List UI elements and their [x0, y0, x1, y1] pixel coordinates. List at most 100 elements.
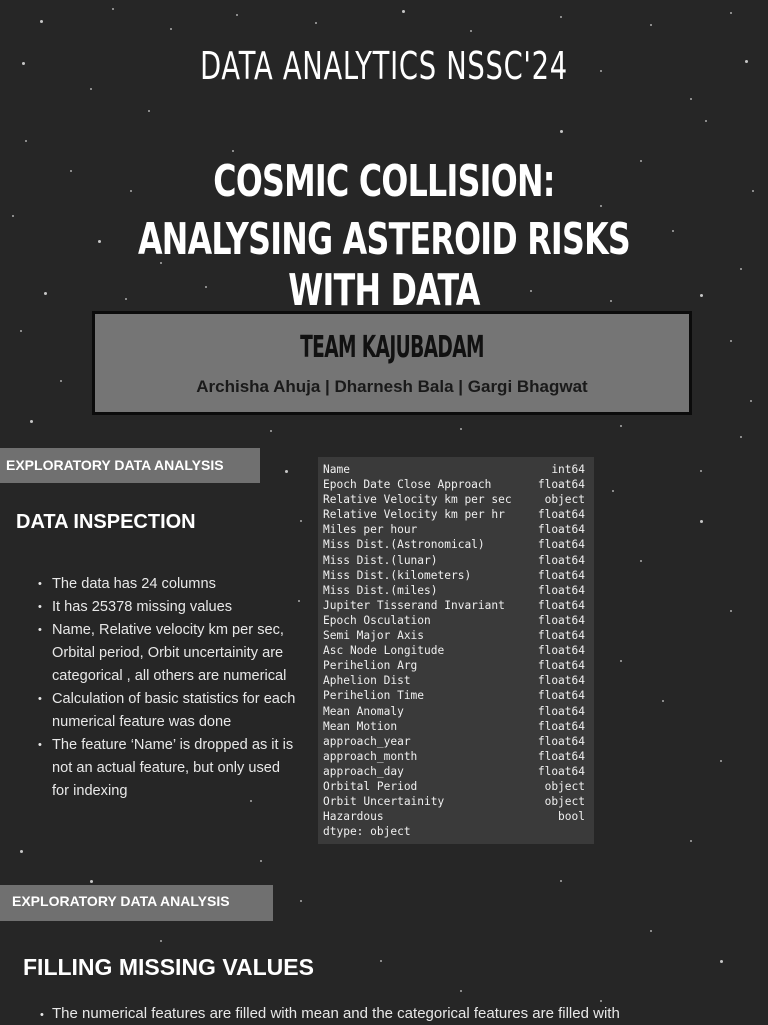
dtype-value: float64 — [537, 749, 585, 763]
dtype-value: float64 — [537, 644, 585, 658]
page-title: Data Analytics NSSC'24 — [200, 44, 568, 88]
star-dot — [730, 12, 732, 14]
dtype-value: float64 — [537, 734, 585, 748]
dtype-value: float64 — [537, 704, 585, 718]
star-dot — [690, 840, 692, 842]
star-dot — [600, 1000, 602, 1002]
dtype-column-name: Perihelion Time — [323, 689, 425, 703]
star-dot — [232, 150, 234, 152]
star-dot — [460, 990, 462, 992]
dtypes-table: Name int64 Epoch Date Close Approach float6… — [323, 462, 585, 824]
star-dot — [690, 98, 692, 100]
star-dot — [170, 28, 172, 30]
star-dot — [730, 610, 732, 612]
star-dot — [750, 400, 752, 402]
dtype-column-name: Orbital Period — [323, 779, 418, 793]
dtype-value: float64 — [537, 719, 585, 733]
star-dot — [720, 760, 722, 762]
star-dot — [236, 14, 238, 16]
star-dot — [20, 330, 22, 332]
dtype-column-name: Epoch Osculation — [323, 613, 431, 627]
star-dot — [752, 190, 754, 192]
dtype-value: float64 — [537, 538, 585, 552]
table-row: Mean Anomaly float64 — [323, 704, 585, 719]
list-item: The data has 24 columns — [38, 573, 300, 596]
table-row: approach_month float64 — [323, 749, 585, 764]
star-dot — [720, 960, 723, 963]
star-dot — [148, 110, 150, 112]
dtype-value: object — [544, 779, 585, 793]
dtype-column-name: approach_day — [323, 764, 404, 778]
dtype-column-name: Asc Node Longitude — [323, 644, 445, 658]
dtype-value: int64 — [551, 463, 585, 476]
star-dot — [650, 930, 652, 932]
star-dot — [470, 30, 472, 32]
star-dot — [112, 8, 114, 10]
star-dot — [560, 16, 562, 18]
star-dot — [650, 24, 652, 26]
table-row: Hazardous bool — [323, 809, 585, 824]
table-row: Miss Dist.(Astronomical) float64 — [323, 537, 585, 552]
table-row: Relative Velocity km per sec object — [323, 492, 585, 507]
table-row: Perihelion Arg float64 — [323, 658, 585, 673]
dtype-column-name: Aphelion Dist — [323, 674, 411, 688]
star-dot — [640, 560, 642, 562]
section-tag-eda-2: EXPLORATORY DATA ANALYSIS — [0, 885, 273, 921]
star-dot — [160, 940, 162, 942]
table-row: Name int64 — [323, 462, 585, 477]
dtype-value: bool — [558, 810, 585, 824]
star-dot — [98, 240, 101, 243]
dtype-column-name: Mean Anomaly — [323, 704, 404, 718]
dtype-value: float64 — [537, 629, 585, 643]
star-dot — [705, 120, 707, 122]
star-dot — [560, 130, 563, 133]
star-dot — [730, 340, 732, 342]
star-dot — [70, 170, 72, 172]
table-row: Perihelion Time float64 — [323, 688, 585, 703]
bullet-icon: • — [40, 1009, 44, 1021]
star-dot — [60, 380, 62, 382]
star-dot — [460, 428, 462, 430]
dtype-value: float64 — [537, 659, 585, 673]
dtype-value: float64 — [537, 613, 585, 627]
star-dot — [260, 860, 262, 862]
table-row: Mean Motion float64 — [323, 719, 585, 734]
table-row: Aphelion Dist float64 — [323, 673, 585, 688]
star-dot — [700, 520, 703, 523]
list-item: Calculation of basic statistics for each… — [38, 688, 300, 734]
table-row: Jupiter Tisserand Invariant float64 — [323, 598, 585, 613]
star-dot — [740, 436, 742, 438]
dtype-column-name: Perihelion Arg — [323, 659, 418, 673]
star-dot — [285, 470, 288, 473]
dtype-column-name: approach_year — [323, 734, 411, 748]
table-row: Orbital Period object — [323, 779, 585, 794]
star-dot — [40, 20, 43, 23]
table-row: Orbit Uncertainity object — [323, 794, 585, 809]
dtype-value: object — [544, 795, 585, 809]
star-dot — [315, 22, 317, 24]
dtype-column-name: Miss Dist.(kilometers) — [323, 568, 472, 582]
dtype-column-name: Name — [323, 463, 350, 476]
subtitle-line-1: Cosmic Collision: — [213, 156, 555, 207]
dtype-column-name: Miss Dist.(miles) — [323, 583, 438, 597]
dtype-column-name: Miss Dist.(Astronomical) — [323, 538, 485, 552]
table-row: Semi Major Axis float64 — [323, 628, 585, 643]
dtypes-footer: dtype: object — [323, 825, 411, 838]
table-row: Asc Node Longitude float64 — [323, 643, 585, 658]
star-dot — [90, 88, 92, 90]
star-dot — [90, 880, 93, 883]
subtitle-line-2: Analysing Asteroid Risks with Data — [137, 214, 631, 316]
table-row: Miss Dist.(lunar) float64 — [323, 553, 585, 568]
dtypes-output-panel: Name int64 Epoch Date Close Approach float6… — [318, 457, 594, 844]
star-dot — [44, 292, 47, 295]
list-item: Name, Relative velocity km per sec, Orbi… — [38, 619, 300, 688]
inspection-bullet-list: The data has 24 columns It has 25378 mis… — [38, 573, 300, 803]
star-dot — [270, 430, 272, 432]
star-dot — [20, 850, 23, 853]
star-dot — [620, 660, 622, 662]
dtype-value: float64 — [537, 508, 585, 522]
star-dot — [402, 10, 405, 13]
dtype-column-name: Miles per hour — [323, 523, 418, 537]
dtype-column-name: Orbit Uncertainity — [323, 795, 445, 809]
dtype-column-name: Relative Velocity km per sec — [323, 493, 512, 507]
